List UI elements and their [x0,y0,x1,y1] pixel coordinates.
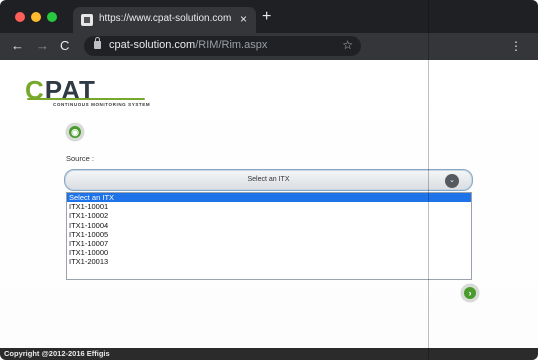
new-tab-button[interactable]: + [262,9,271,25]
lock-icon [94,37,101,49]
tab-title: https://www.cpat-solution.com [99,13,231,24]
forward-button[interactable]: → [36,37,49,55]
arrow-right-icon: › [464,287,476,299]
dropdown-option[interactable]: ITX1-20013 [67,257,471,266]
favicon-icon [81,14,93,26]
page-content: CPAT CONTINUOUS MONITORING SYSTEM ◉ Sour… [0,60,538,348]
browser-window: https://www.cpat-solution.com × + ← → C … [0,0,538,360]
tab-close-icon[interactable]: × [240,11,247,27]
home-button[interactable]: ◉ [66,123,84,141]
zoom-window-button[interactable] [47,12,57,22]
url-host: cpat-solution.com [109,39,196,51]
minimize-window-button[interactable] [31,12,41,22]
close-window-button[interactable] [15,12,25,22]
logo-subtitle: CONTINUOUS MONITORING SYSTEM [53,102,151,107]
dropdown-option[interactable]: Select an ITX [67,193,471,203]
dropdown-option[interactable]: ITX1-10004 [67,221,471,230]
browser-tab[interactable]: https://www.cpat-solution.com × [73,7,256,33]
page-footer: Copyright @2012-2016 Effigis [0,348,538,360]
logo-swoosh [27,98,145,100]
window-edge-divider [428,0,429,360]
next-button[interactable]: › [461,284,479,302]
browser-menu-icon[interactable]: ⋮ [510,38,522,54]
source-label: Source : [66,154,94,163]
dropdown-option[interactable]: ITX1-10005 [67,230,471,239]
back-button[interactable]: ← [11,37,24,55]
browser-toolbar: ← → C cpat-solution.com/RIM/Rim.aspx ☆ ⋮ [0,33,538,60]
address-bar[interactable]: cpat-solution.com/RIM/Rim.aspx ☆ [84,36,361,56]
dropdown-option[interactable]: ITX1-10001 [67,202,471,211]
url-path: /RIM/Rim.aspx [195,39,268,51]
dropdown-option[interactable]: ITX1-10000 [67,248,471,257]
home-icon: ◉ [69,126,81,138]
cpat-logo: CPAT CONTINUOUS MONITORING SYSTEM [25,77,165,111]
bookmark-star-icon[interactable]: ☆ [342,38,353,52]
source-select-value: Select an ITX [247,176,290,183]
copyright-text: Copyright @2012-2016 Effigis [4,349,110,358]
dropdown-option[interactable]: ITX1-10007 [67,239,471,248]
title-bar: https://www.cpat-solution.com × + [0,0,538,33]
reload-button[interactable]: C [60,37,69,55]
chevron-down-icon[interactable]: ⌄ [445,174,459,188]
source-select[interactable]: Select an ITX ⌄ [64,169,473,191]
source-dropdown-list: Select an ITX ITX1-10001 ITX1-10002 ITX1… [66,192,472,280]
dropdown-option[interactable]: ITX1-10002 [67,211,471,220]
url-text: cpat-solution.com/RIM/Rim.aspx [109,39,267,51]
